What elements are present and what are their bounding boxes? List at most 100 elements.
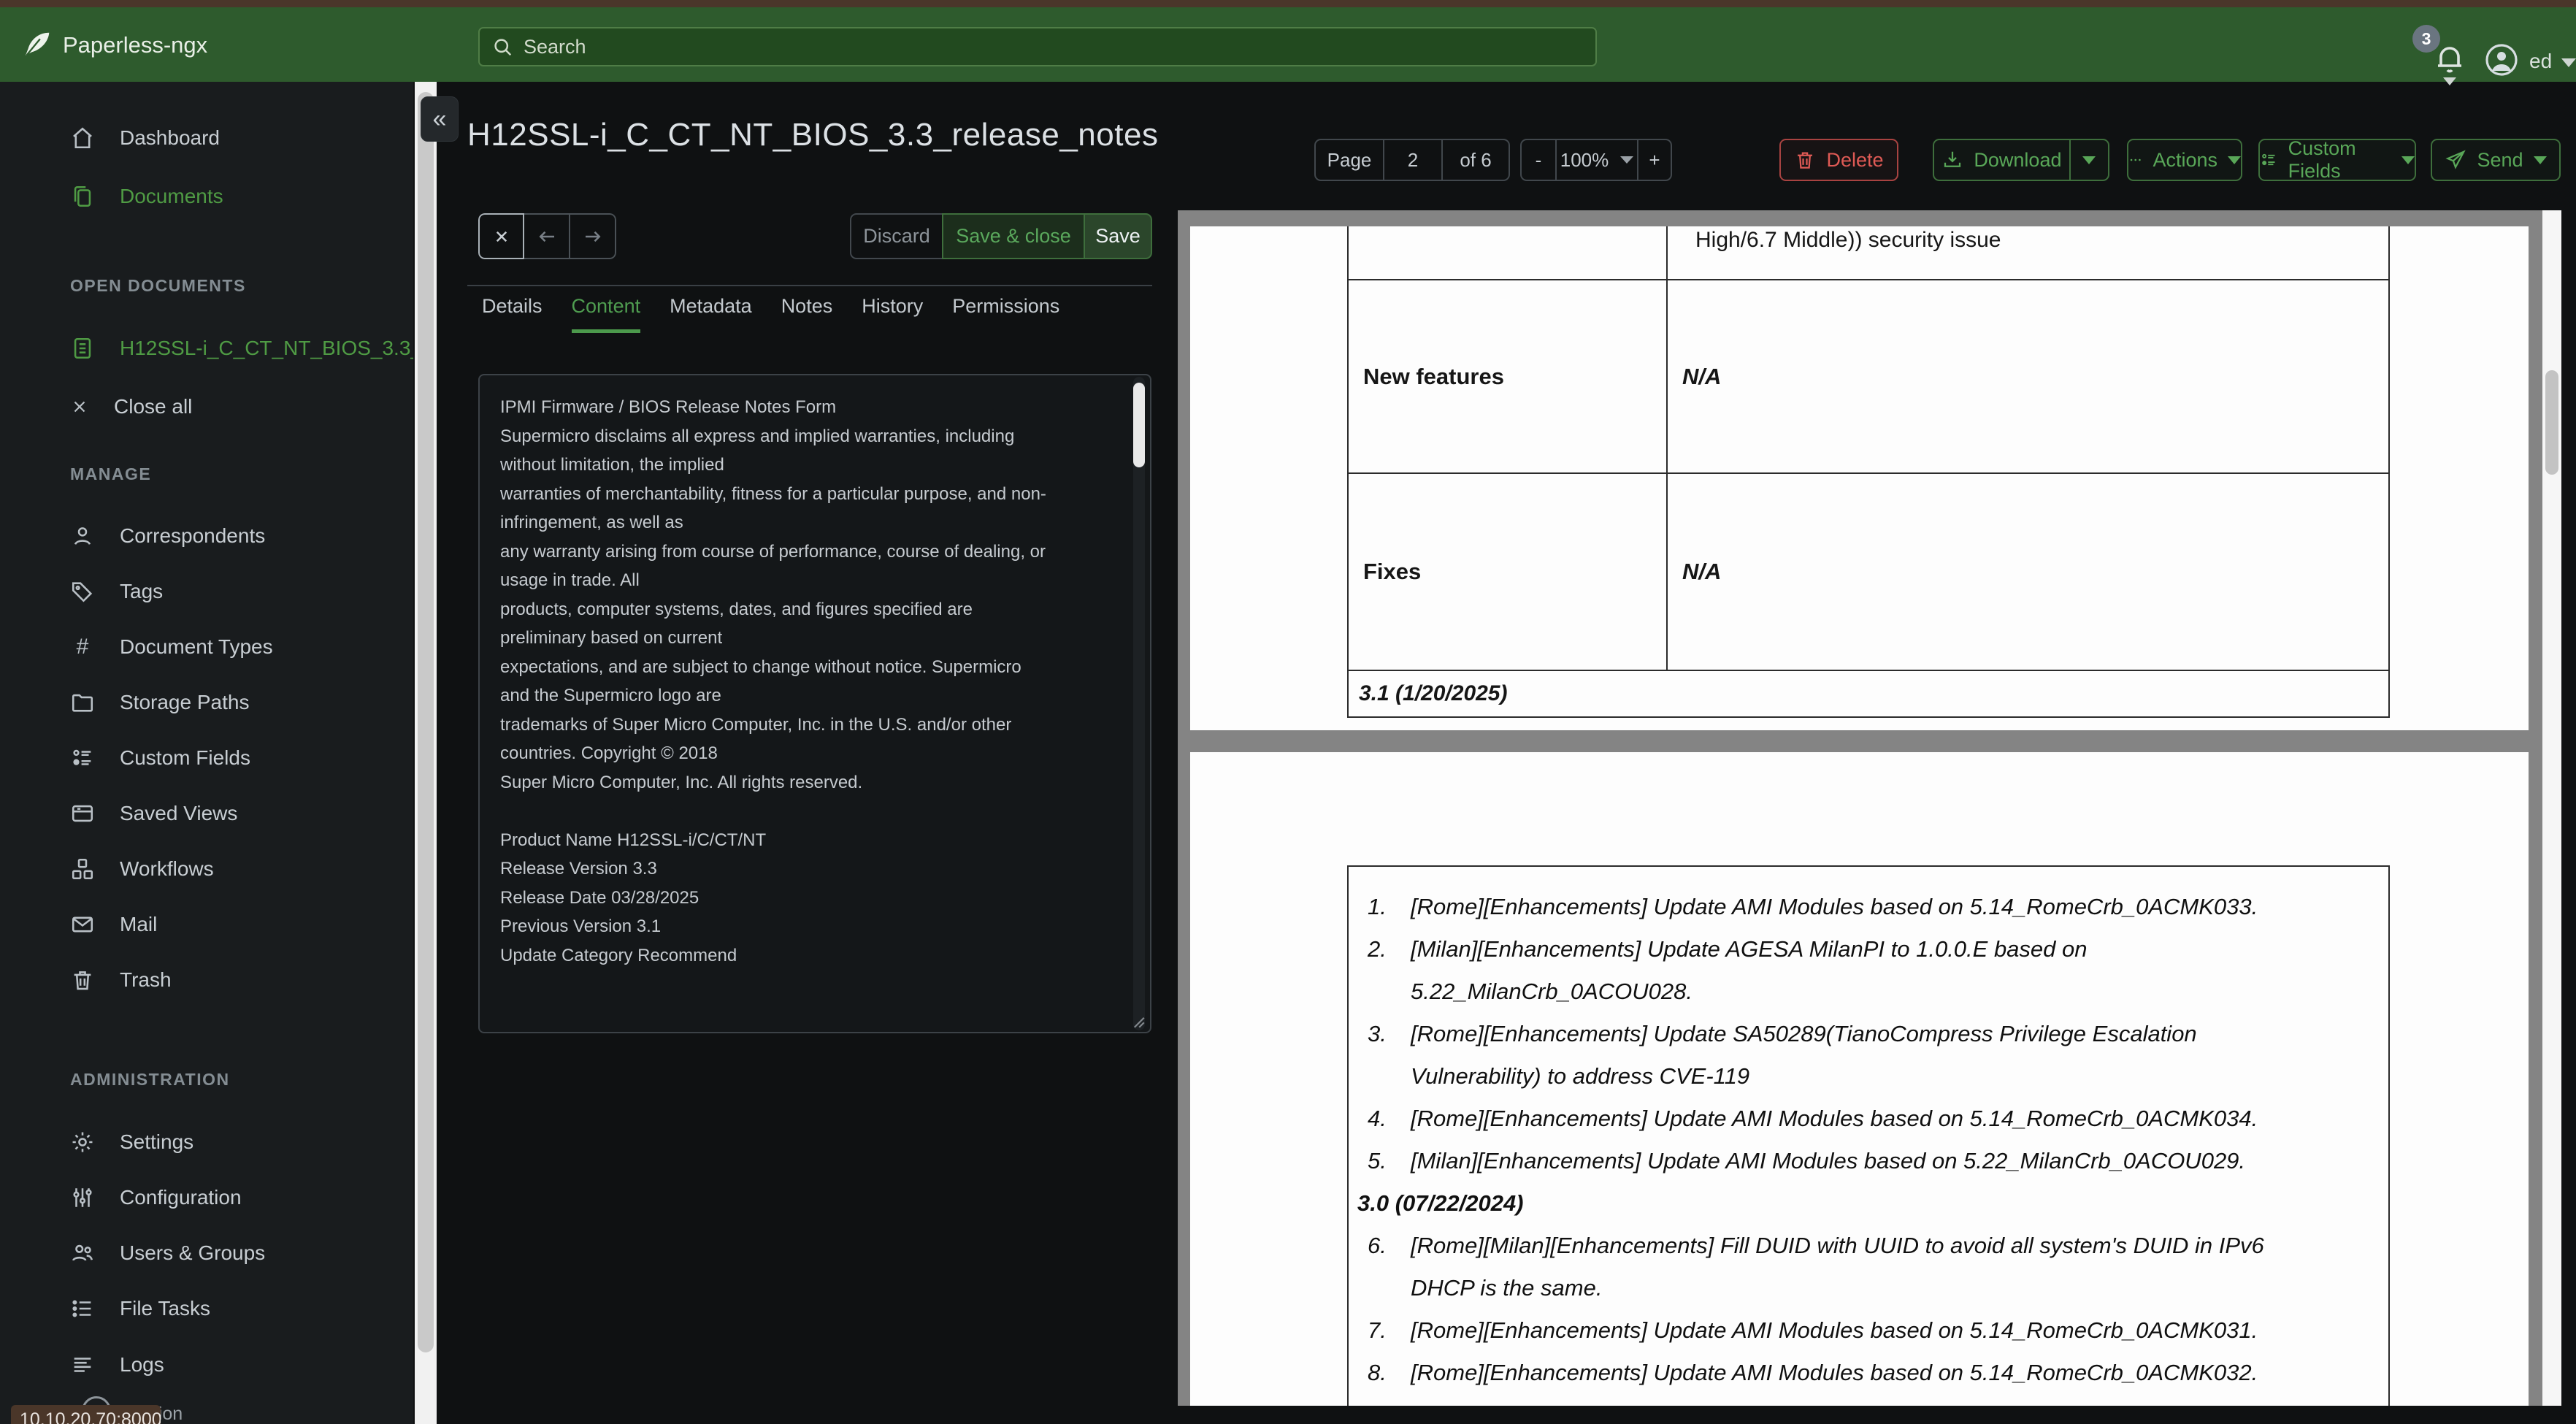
save-and-close-button[interactable]: Save & close [942, 213, 1085, 259]
notifications-caret-icon [2443, 77, 2456, 85]
sidebar-item-configuration[interactable]: Configuration [70, 1180, 242, 1215]
discard-button[interactable]: Discard [850, 213, 942, 259]
sidebar-item-dashboard[interactable]: Dashboard [70, 120, 220, 156]
document-nav-buttons [478, 213, 616, 259]
download-caret-button[interactable] [2071, 156, 2108, 164]
page-number-input[interactable]: 2 [1383, 140, 1441, 180]
paperless-logo-icon [20, 28, 54, 61]
sidebar-item-close-all[interactable]: Close all [70, 389, 192, 424]
zoom-out-button[interactable]: - [1522, 140, 1555, 180]
sidebar-item-settings[interactable]: Settings [70, 1125, 193, 1160]
sidebar-item-workflows[interactable]: Workflows [70, 851, 214, 887]
sidebar-item-correspondents[interactable]: Correspondents [70, 518, 265, 554]
page-count-label: of 6 [1441, 140, 1509, 180]
caret-down-icon [2228, 156, 2241, 164]
tab-notes[interactable]: Notes [781, 295, 833, 333]
sidebar-item-trash[interactable]: Trash [70, 962, 172, 998]
sidebar-scrollbar-thumb[interactable] [418, 92, 434, 1352]
document-icon [74, 337, 91, 359]
sidebar-item-file-tasks[interactable]: File Tasks [70, 1291, 210, 1326]
list-item: 6. [Rome][Milan][Enhancements] Fill DUID … [1368, 1233, 2264, 1301]
tab-metadata[interactable]: Metadata [670, 295, 752, 333]
next-document-button[interactable] [570, 213, 616, 259]
pdf-page-1: High/6.7 Middle)) security issue New fea… [1190, 226, 2529, 730]
caret-down-icon [2082, 156, 2096, 164]
custom-fields-button[interactable]: Custom Fields [2258, 137, 2416, 182]
section-administration: ADMINISTRATION [70, 1070, 230, 1089]
tab-history[interactable]: History [862, 295, 923, 333]
gear-icon [72, 1132, 93, 1152]
document-tabs: Details Content Metadata Notes History P… [482, 295, 1059, 333]
user-menu-caret-icon [2561, 58, 2576, 67]
folder-icon [72, 694, 93, 712]
sidebar-item-tags[interactable]: Tags [70, 574, 163, 609]
change-list-box: 1. [Rome][Enhancements] Update AMI Module… [1347, 865, 2390, 1406]
table-cell-partial: High/6.7 Middle)) security issue [1666, 226, 2390, 280]
tasks-icon [72, 1300, 91, 1317]
table-row-version: 3.1 (1/20/2025) [1347, 670, 2390, 718]
arrow-left-icon [538, 231, 554, 242]
sidebar-item-custom-fields[interactable]: Custom Fields [70, 740, 250, 776]
browser-top-strip [0, 0, 2576, 7]
section-manage: MANAGE [70, 464, 152, 483]
preview-scrollbar-thumb[interactable] [2545, 370, 2558, 475]
custom-fields-icon [2262, 153, 2275, 166]
status-link-tooltip: 10.10.20.70:8000 [11, 1405, 161, 1424]
actions-button[interactable]: Actions [2127, 139, 2242, 181]
user-menu[interactable]: ed [2529, 50, 2552, 73]
search-input[interactable] [524, 35, 1584, 58]
mail-icon [72, 916, 93, 933]
zoom-level-select[interactable]: 100% [1555, 140, 1637, 180]
sidebar-item-saved-views[interactable]: Saved Views [70, 796, 237, 831]
close-document-button[interactable] [478, 213, 524, 259]
app-window: Paperless-ngx 3 ed Dashboard Documents O… [0, 0, 2576, 1424]
send-button[interactable]: Send [2431, 139, 2561, 181]
tab-content[interactable]: Content [571, 295, 641, 333]
collapse-sidebar-button[interactable]: « [421, 96, 459, 142]
pdf-preview-pane[interactable]: High/6.7 Middle)) security issue New fea… [1178, 210, 2561, 1406]
app-title: Paperless-ngx [63, 32, 208, 58]
search-icon [494, 39, 512, 56]
table-row: Fixes N/A [1347, 472, 2390, 671]
tab-permissions[interactable]: Permissions [952, 295, 1059, 333]
pdf-page-2: 1. [Rome][Enhancements] Update AMI Module… [1190, 752, 2529, 1406]
content-textarea[interactable]: IPMI Firmware / BIOS Release Notes Form … [478, 374, 1151, 1033]
list-item: 1. [Rome][Enhancements] Update AMI Module… [1368, 894, 2258, 919]
save-button[interactable]: Save [1085, 213, 1152, 259]
sidebar-item-mail[interactable]: Mail [70, 907, 157, 942]
app-header: Paperless-ngx 3 ed [0, 7, 2576, 85]
list-item: 2. [Milan][Enhancements] Update AGESA Mil… [1368, 936, 2088, 1004]
page-navigation: Page 2 of 6 [1314, 139, 1510, 181]
textarea-resize-handle[interactable] [1127, 1011, 1146, 1030]
release-notes-table: High/6.7 Middle)) security issue New fea… [1347, 226, 2390, 718]
list-item: 5. [Milan][Enhancements] Update AMI Modul… [1368, 1148, 2246, 1174]
sidebar-item-document-types[interactable]: # Document Types [70, 629, 273, 665]
sidebar-item-users-groups[interactable]: Users & Groups [70, 1236, 265, 1271]
sidebar-item-logs[interactable]: Logs [70, 1347, 164, 1382]
zoom-control: - 100% + [1520, 139, 1672, 181]
caret-down-icon [2533, 156, 2547, 164]
hash-icon: # [76, 635, 89, 659]
page-label: Page [1327, 148, 1372, 171]
global-search[interactable] [478, 27, 1597, 66]
table-row: High/6.7 Middle)) security issue [1347, 226, 2390, 280]
page-title: H12SSL-i_C_CT_NT_BIOS_3.3_release_notes [467, 117, 1159, 153]
tab-details[interactable]: Details [482, 295, 543, 333]
previous-document-button[interactable] [524, 213, 570, 259]
close-icon [74, 401, 85, 413]
sidebar-item-documents[interactable]: Documents [70, 179, 223, 214]
list-item: 9.[Rome][Milan][Enhancements] For UsbBus… [1349, 1394, 2388, 1406]
list-item: 8. [Rome][Enhancements] Update AMI Module… [1368, 1360, 2258, 1385]
sidebar-item-storage-paths[interactable]: Storage Paths [70, 685, 249, 720]
textarea-scrollbar-track[interactable] [1133, 377, 1145, 1030]
close-icon [496, 231, 507, 242]
user-avatar-icon[interactable] [2484, 42, 2519, 77]
list-item: 7. [Rome][Enhancements] Update AMI Module… [1368, 1317, 2258, 1343]
documents-icon [74, 185, 91, 207]
zoom-in-button[interactable]: + [1637, 140, 1671, 180]
download-button[interactable]: Download [1933, 139, 2109, 181]
textarea-scrollbar-thumb[interactable] [1133, 383, 1145, 467]
delete-button[interactable]: Delete [1779, 139, 1898, 181]
sidebar-item-open-document[interactable]: H12SSL-i_C_CT_NT_BIOS_3.3_rel... [70, 331, 413, 366]
dots-icon [2130, 158, 2141, 161]
